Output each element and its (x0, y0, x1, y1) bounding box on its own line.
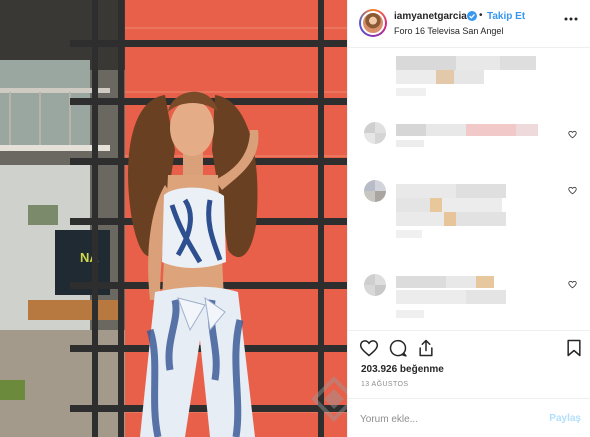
header-separator: • (479, 10, 483, 21)
pixelated-comment-text (396, 184, 506, 238)
pixelated-avatar (364, 122, 386, 144)
add-comment-bar: Paylaş (348, 398, 590, 437)
username-link[interactable]: iamyanetgarcia (394, 11, 467, 22)
pixelated-comment-text (396, 276, 506, 318)
like-icon[interactable] (359, 338, 379, 358)
comment-item (348, 270, 590, 330)
studio-scene: NA (0, 0, 347, 437)
post-header: iamyanetgarcia • Takip Et Foro 16 Televi… (348, 0, 590, 48)
comment-icon[interactable] (388, 338, 408, 358)
likes-count[interactable]: 203.926 beğenme (361, 364, 444, 375)
comments-list (348, 48, 590, 330)
pixelated-avatar (364, 274, 386, 296)
share-icon[interactable] (416, 338, 436, 358)
comment-item (348, 50, 590, 104)
comment-like-icon[interactable] (568, 130, 577, 139)
post-actions-bar (348, 330, 590, 364)
comment-like-icon[interactable] (568, 280, 577, 289)
comment-like-icon[interactable] (568, 186, 577, 195)
post-comment-button[interactable]: Paylaş (549, 413, 581, 424)
comment-item (348, 116, 590, 152)
post-photo[interactable]: NA (0, 0, 347, 437)
post-side-panel: iamyanetgarcia • Takip Et Foro 16 Televi… (347, 0, 590, 437)
avatar[interactable] (359, 9, 387, 37)
pixelated-avatar (364, 180, 386, 202)
pixelated-comment-text (396, 124, 538, 147)
comment-input[interactable] (360, 410, 540, 428)
follow-button[interactable]: Takip Et (487, 11, 525, 22)
save-icon[interactable] (564, 338, 584, 358)
location-link[interactable]: Foro 16 Televisa San Angel (394, 26, 503, 36)
post-date[interactable]: 13 AĞUSTOS (361, 381, 408, 388)
pixelated-comment-text (396, 56, 536, 96)
verified-badge-icon (467, 11, 477, 21)
more-horizontal-icon[interactable] (563, 12, 579, 26)
comment-item (348, 176, 590, 272)
